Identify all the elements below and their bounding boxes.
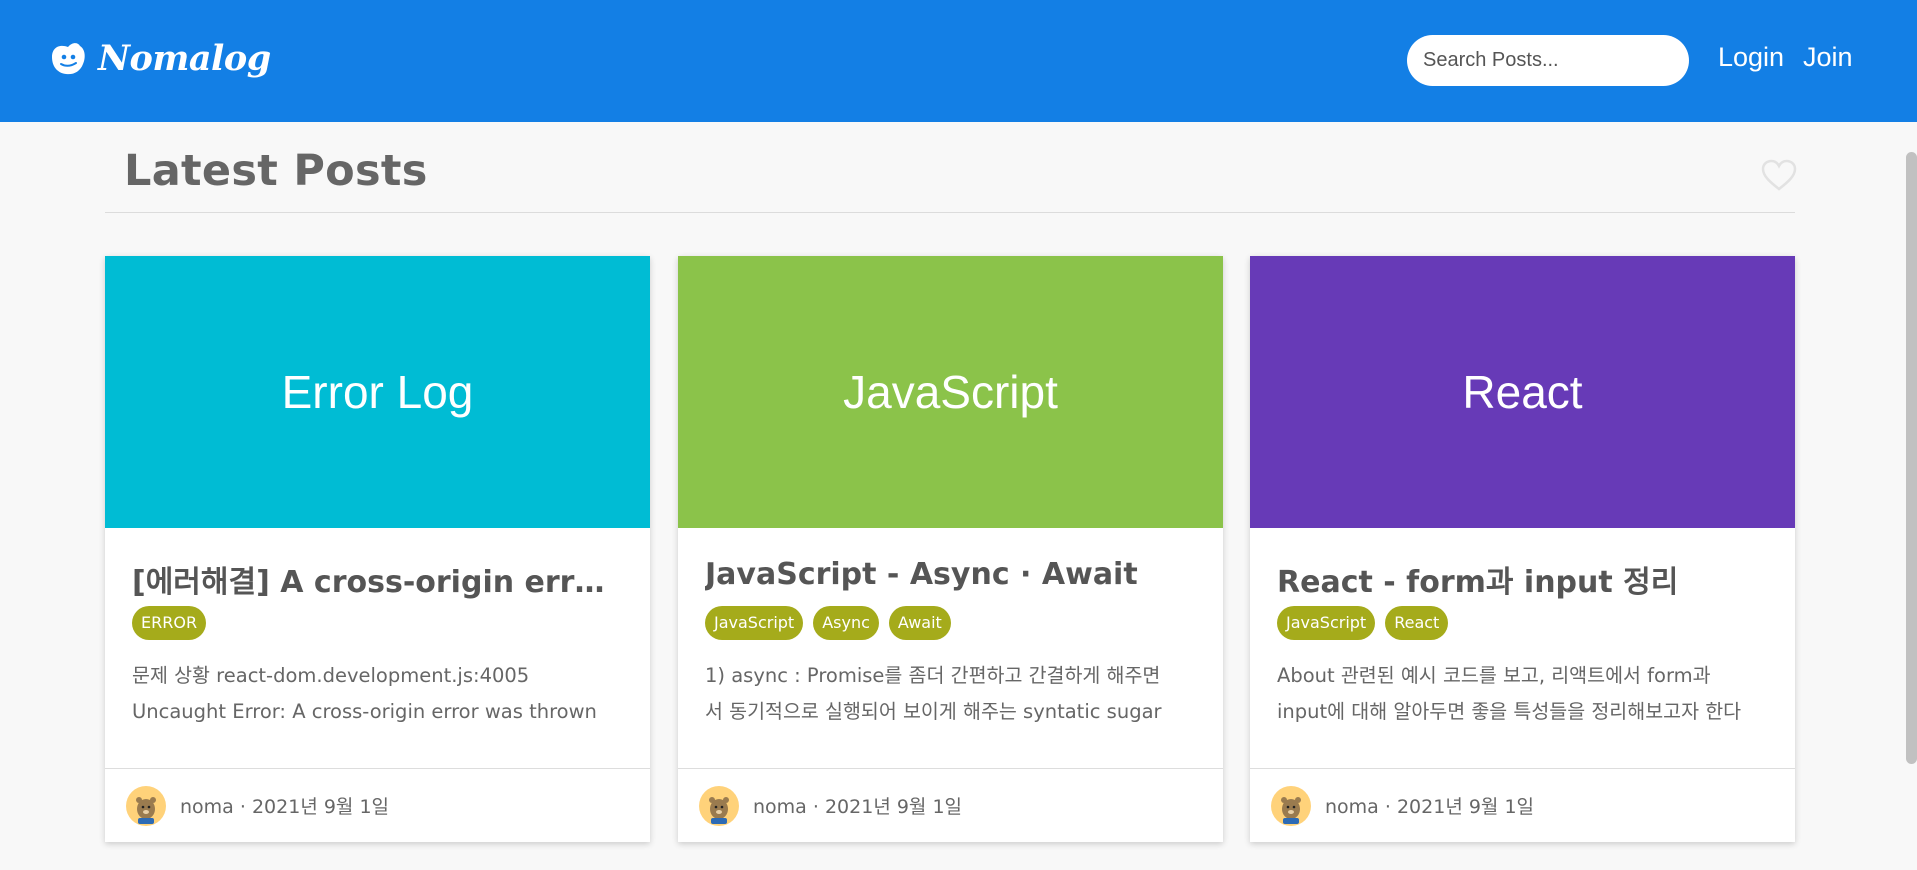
post-meta: noma · 2021년 9월 1일 — [180, 792, 389, 819]
excerpt-line: 1) async : Promise를 좀더 간편하고 간결하게 해주면 — [705, 664, 1161, 687]
author-avatar[interactable] — [699, 785, 739, 827]
post-thumbnail[interactable]: Error Log — [105, 256, 650, 528]
brand-logo-link[interactable]: Nomalog — [48, 38, 271, 79]
join-link[interactable]: Join — [1803, 42, 1853, 73]
excerpt-line: Uncaught Error: A cross-origin error was… — [132, 700, 597, 723]
excerpt-line: 서 동기적으로 실행되어 보이게 해주는 syntatic sugar — [705, 700, 1162, 723]
post-thumbnail[interactable]: React — [1250, 256, 1795, 528]
ghost-mascot-icon — [52, 42, 85, 74]
post-card[interactable]: Error Log [에러해결] A cross-origin error wa… — [105, 256, 650, 842]
tag-chip[interactable]: JavaScript — [705, 606, 804, 640]
post-meta: noma · 2021년 9월 1일 — [753, 792, 962, 819]
post-title[interactable]: [에러해결] A cross-origin error was thrown — [132, 557, 622, 601]
search-input[interactable] — [1407, 35, 1689, 86]
page-scrollbar-thumb[interactable] — [1906, 152, 1917, 764]
author-avatar[interactable] — [126, 785, 166, 827]
title-divider — [105, 212, 1795, 213]
thumbnail-label: React — [1462, 366, 1583, 418]
thumbnail-label: Error Log — [281, 366, 474, 418]
tag-list: ERROR — [132, 606, 207, 640]
post-date: 2021년 9월 1일 — [1396, 796, 1535, 818]
post-excerpt: About 관련된 예시 코드를 보고, 리액트에서 form과 input에 … — [1277, 658, 1767, 730]
post-date: 2021년 9월 1일 — [824, 796, 963, 818]
author-avatar[interactable] — [1271, 785, 1311, 827]
heart-icon[interactable] — [1760, 158, 1798, 192]
author-name[interactable]: noma — [1325, 796, 1379, 818]
post-date: 2021년 9월 1일 — [251, 796, 390, 818]
post-footer: noma · 2021년 9월 1일 — [1250, 768, 1795, 842]
tag-chip[interactable]: React — [1385, 606, 1449, 640]
login-link[interactable]: Login — [1718, 42, 1784, 73]
excerpt-line: input에 대해 알아두면 좋을 특성들을 정리해보고자 한다 — [1277, 700, 1742, 723]
author-name[interactable]: noma — [753, 796, 807, 818]
meta-separator: · — [1384, 796, 1391, 818]
meta-separator: · — [812, 796, 819, 818]
tag-list: JavaScript React — [1277, 606, 1449, 640]
post-meta: noma · 2021년 9월 1일 — [1325, 792, 1534, 819]
top-navbar: Nomalog Login Join — [0, 0, 1917, 122]
tag-chip[interactable]: ERROR — [132, 606, 207, 640]
post-card[interactable]: JavaScript JavaScript - Async · Await Ja… — [678, 256, 1223, 842]
post-excerpt: 문제 상황 react-dom.development.js:4005 Unca… — [132, 658, 622, 730]
thumbnail-label: JavaScript — [843, 366, 1058, 418]
tag-chip[interactable]: JavaScript — [1277, 606, 1376, 640]
post-title[interactable]: JavaScript - Async · Await — [705, 557, 1195, 592]
post-thumbnail[interactable]: JavaScript — [678, 256, 1223, 528]
post-footer: noma · 2021년 9월 1일 — [678, 768, 1223, 842]
tag-chip[interactable]: Async — [813, 606, 879, 640]
post-card[interactable]: React React - form과 input 정리 JavaScript … — [1250, 256, 1795, 842]
brand-name: Nomalog — [98, 38, 271, 79]
excerpt-line: 문제 상황 react-dom.development.js:4005 — [132, 664, 530, 687]
page-title: Latest Posts — [124, 146, 428, 196]
tag-list: JavaScript Async Await — [705, 606, 951, 640]
meta-separator: · — [239, 796, 246, 818]
post-excerpt: 1) async : Promise를 좀더 간편하고 간결하게 해주면 서 동… — [705, 658, 1195, 730]
author-name[interactable]: noma — [180, 796, 234, 818]
excerpt-line: About 관련된 예시 코드를 보고, 리액트에서 form과 — [1277, 664, 1711, 687]
post-title[interactable]: React - form과 input 정리 — [1277, 557, 1767, 601]
tag-chip[interactable]: Await — [888, 606, 951, 640]
post-footer: noma · 2021년 9월 1일 — [105, 768, 650, 842]
